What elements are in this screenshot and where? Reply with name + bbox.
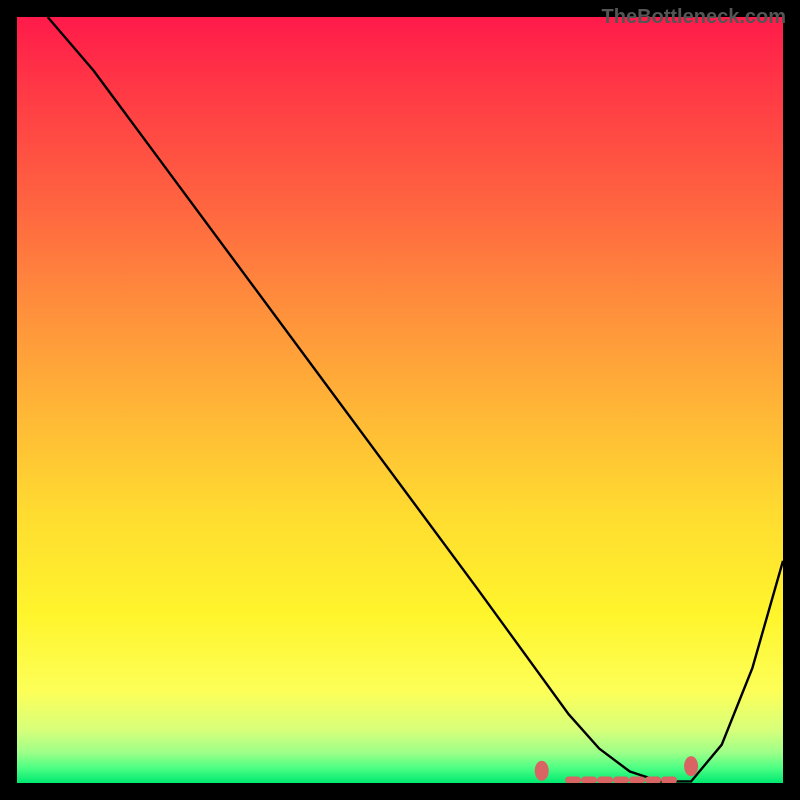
marker-markers-right-0 xyxy=(684,756,698,776)
chart-series-group xyxy=(48,17,783,781)
chart-plot-area xyxy=(17,17,783,783)
marker-markers-left-0 xyxy=(535,761,549,781)
chart-svg xyxy=(17,17,783,783)
watermark-text: TheBottleneck.com xyxy=(602,6,786,29)
series-curve xyxy=(48,17,783,781)
